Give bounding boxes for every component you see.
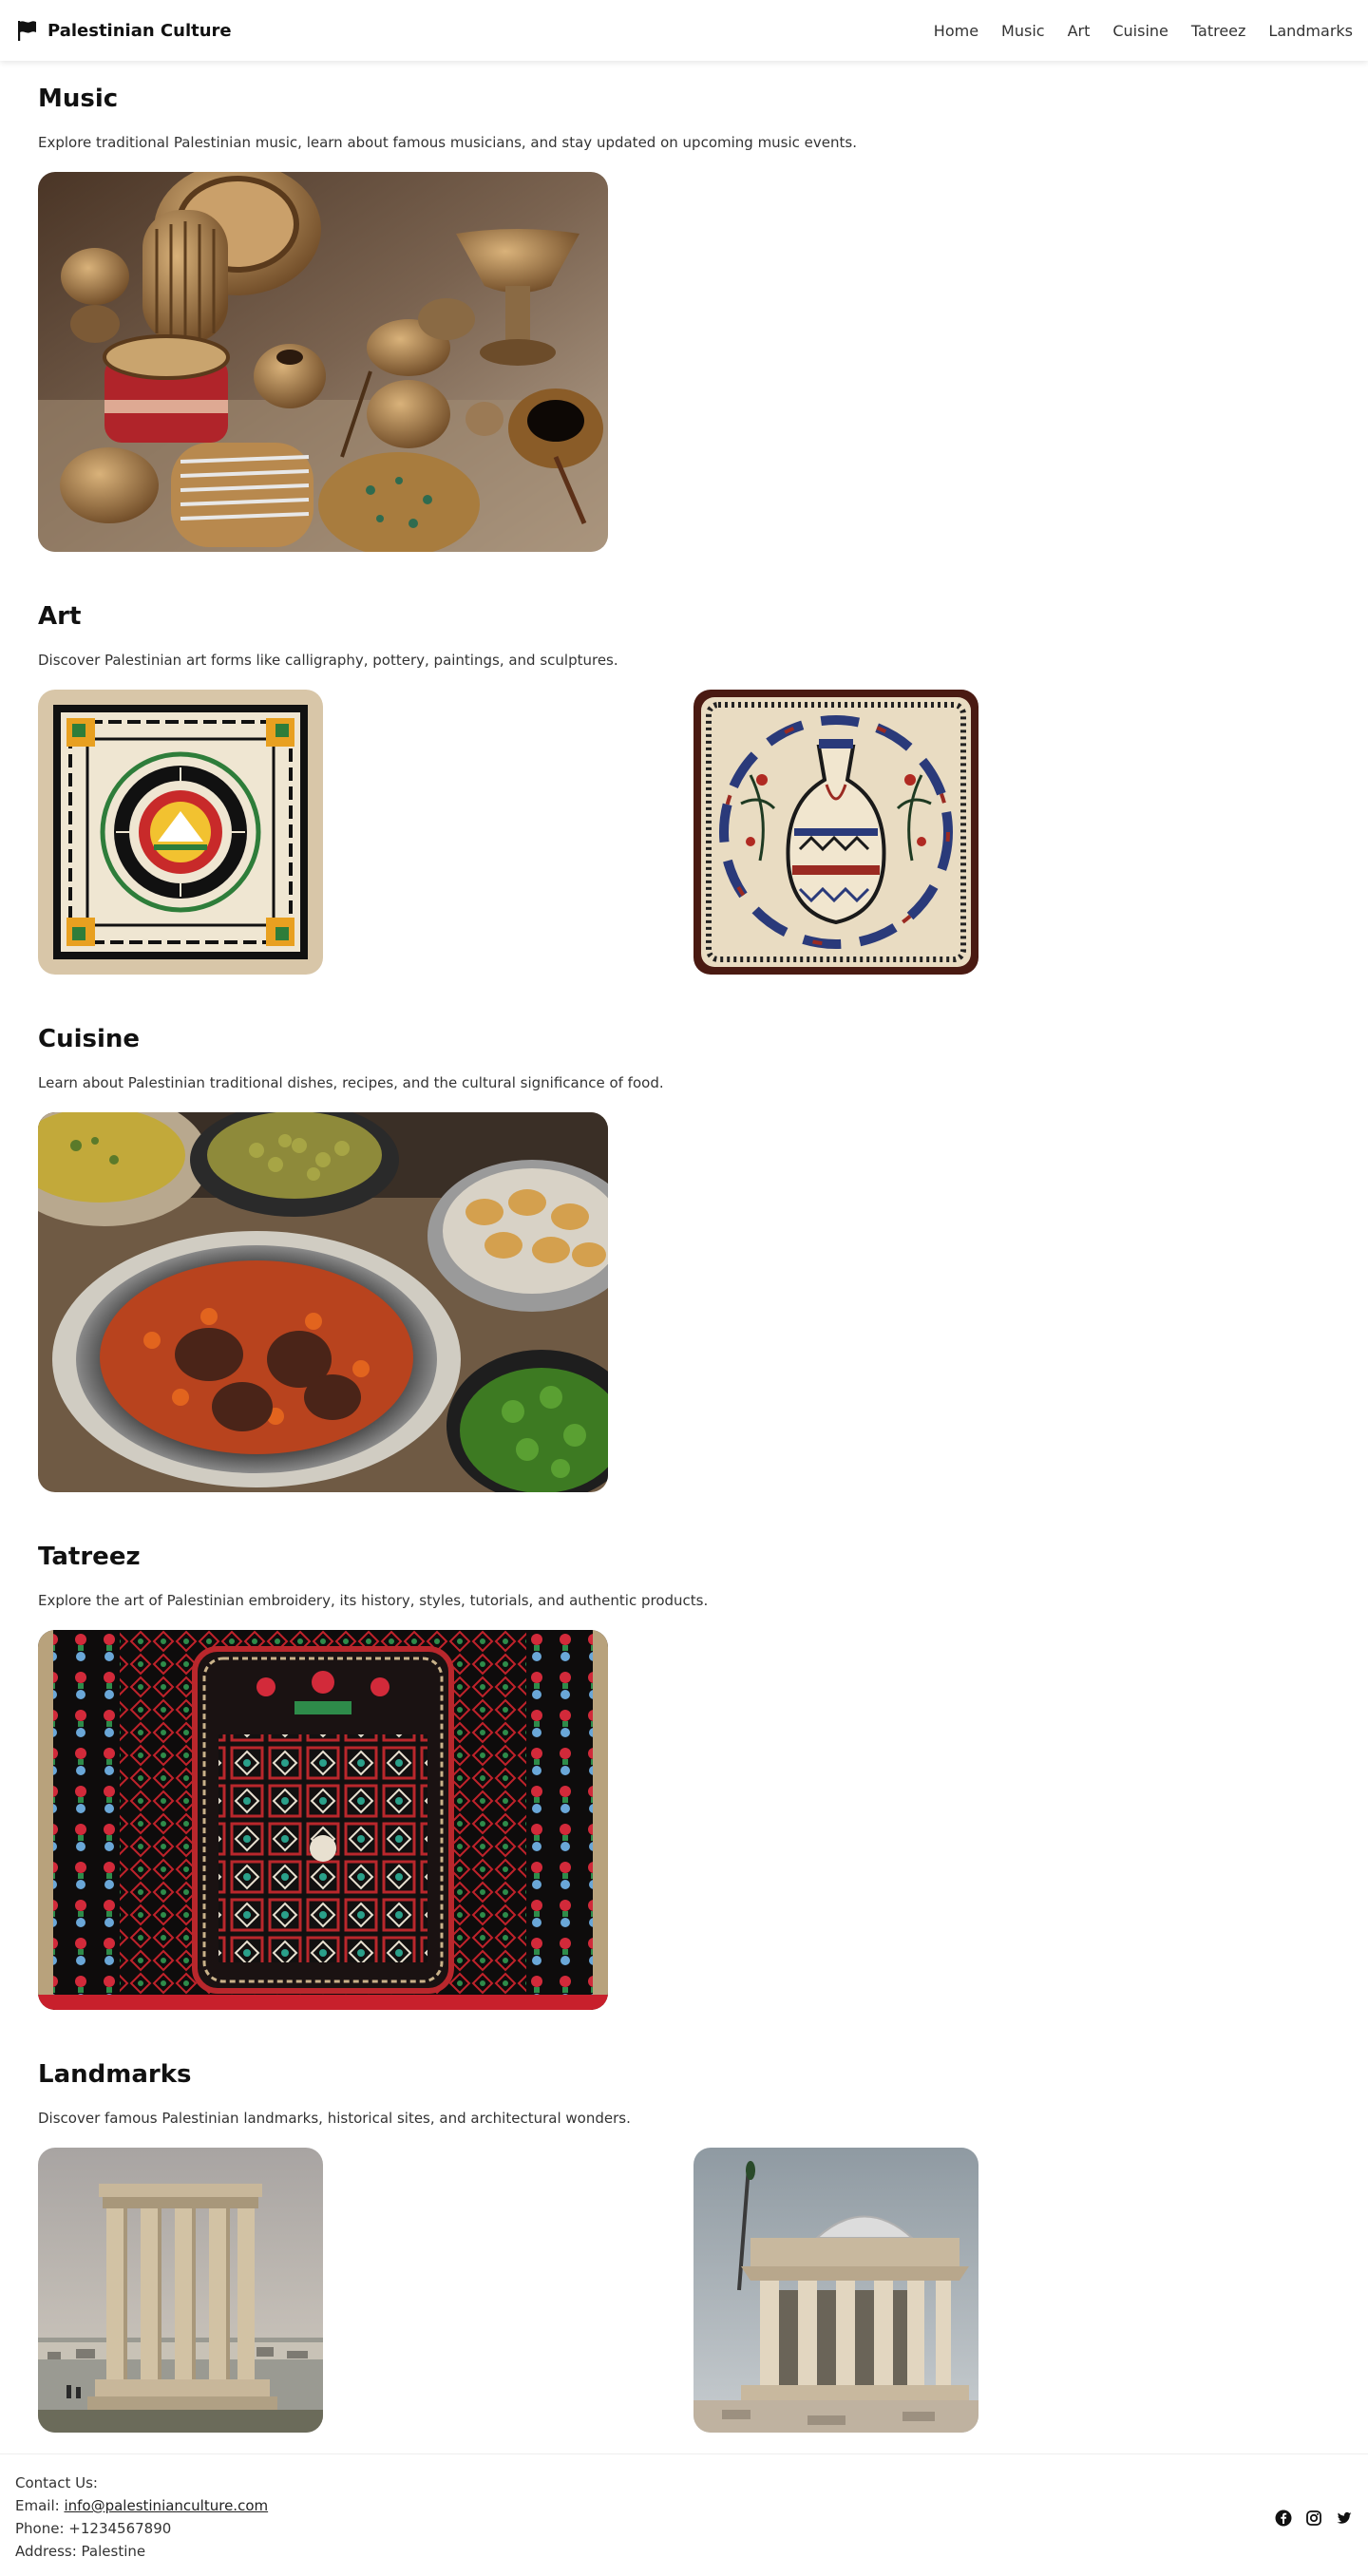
cuisine-title: Cuisine — [38, 1025, 141, 1053]
nav-home[interactable]: Home — [934, 22, 978, 40]
landmarks-title: Landmarks — [38, 2060, 192, 2089]
nav-cuisine[interactable]: Cuisine — [1112, 22, 1168, 40]
landmarks-description: Discover famous Palestinian landmarks, h… — [38, 2110, 631, 2127]
traditional-dishes-photo — [38, 1112, 608, 1492]
domed-temple-photo — [694, 2148, 978, 2433]
art-description: Discover Palestinian art forms like call… — [38, 652, 618, 669]
social-links — [1275, 2510, 1353, 2527]
embroidery-photo — [38, 1630, 608, 2010]
brand-title: Palestinian Culture — [48, 20, 232, 41]
main-nav: Home Music Art Cuisine Tatreez Landmarks — [934, 22, 1353, 40]
calligraphy-art-photo — [38, 690, 323, 975]
email-label: Email: — [15, 2497, 65, 2514]
cuisine-section: Cuisine Learn about Palestinian traditio… — [38, 1022, 1330, 1492]
cuisine-description: Learn about Palestinian traditional dish… — [38, 1074, 664, 1091]
nav-music[interactable]: Music — [1001, 22, 1045, 40]
pottery-vase-art-photo — [694, 690, 978, 975]
nav-art[interactable]: Art — [1068, 22, 1091, 40]
flag-icon — [15, 19, 38, 42]
nav-tatreez[interactable]: Tatreez — [1191, 22, 1246, 40]
nav-landmarks[interactable]: Landmarks — [1268, 22, 1353, 40]
brand[interactable]: Palestinian Culture — [15, 19, 232, 42]
art-section: Art Discover Palestinian art forms like … — [38, 599, 1330, 975]
email-link[interactable]: info@palestinianculture.com — [64, 2497, 268, 2514]
contact-heading: Contact Us: — [15, 2474, 98, 2491]
music-section: Music Explore traditional Palestinian mu… — [38, 82, 1330, 552]
contact-phone: Phone: +1234567890 — [15, 2520, 172, 2537]
music-title: Music — [38, 85, 119, 113]
contact-email-line: Email: info@palestinianculture.com — [15, 2494, 1353, 2517]
twitter-icon[interactable] — [1336, 2510, 1353, 2527]
tatreez-section: Tatreez Explore the art of Palestinian e… — [38, 1540, 1330, 2010]
facebook-icon[interactable] — [1275, 2510, 1292, 2527]
instagram-icon[interactable] — [1305, 2510, 1322, 2527]
site-header: Palestinian Culture Home Music Art Cuisi… — [0, 0, 1368, 61]
site-footer: Contact Us: Email: info@palestiniancultu… — [0, 2453, 1368, 2575]
main-content: Music Explore traditional Palestinian mu… — [0, 61, 1368, 2433]
ancient-columns-photo — [38, 2148, 323, 2433]
traditional-instruments-photo — [38, 172, 608, 552]
contact-address: Address: Palestine — [15, 2543, 146, 2560]
tatreez-title: Tatreez — [38, 1543, 141, 1571]
tatreez-description: Explore the art of Palestinian embroider… — [38, 1592, 709, 1609]
art-title: Art — [38, 602, 82, 631]
landmarks-section: Landmarks Discover famous Palestinian la… — [38, 2057, 1330, 2433]
music-description: Explore traditional Palestinian music, l… — [38, 134, 857, 151]
